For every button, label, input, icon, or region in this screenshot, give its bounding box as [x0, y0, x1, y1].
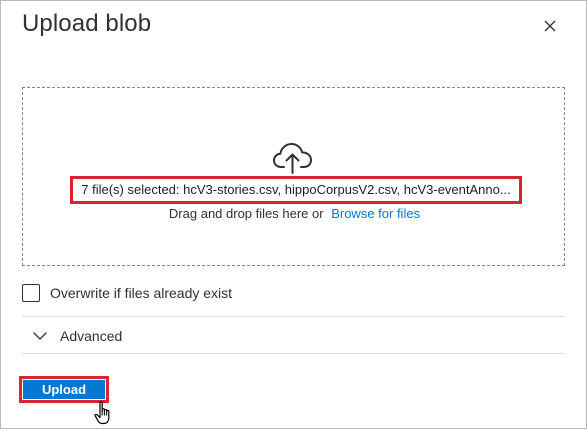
- overwrite-checkbox[interactable]: [22, 284, 40, 302]
- overwrite-option[interactable]: Overwrite if files already exist: [22, 282, 232, 304]
- upload-blob-panel: Upload blob 7 file(s) selected: hcV3-sto…: [0, 0, 587, 429]
- advanced-section-toggle[interactable]: Advanced: [32, 325, 122, 347]
- selected-files-summary: 7 file(s) selected: hcV3-stories.csv, hi…: [70, 176, 522, 204]
- drag-drop-hint: Drag and drop files here or Browse for f…: [1, 206, 587, 221]
- upload-button[interactable]: Upload: [23, 380, 105, 399]
- cloud-upload-icon: [271, 140, 315, 174]
- upload-button-highlight: Upload: [19, 376, 109, 403]
- divider: [22, 316, 565, 317]
- drag-drop-text: Drag and drop files here or: [168, 206, 324, 221]
- panel-title: Upload blob: [22, 10, 152, 37]
- advanced-label: Advanced: [60, 328, 123, 344]
- close-icon[interactable]: [539, 15, 561, 37]
- chevron-down-icon: [33, 332, 47, 340]
- hand-pointer-icon: [94, 400, 116, 426]
- overwrite-label: Overwrite if files already exist: [50, 285, 233, 301]
- browse-files-link[interactable]: Browse for files: [331, 206, 420, 221]
- divider: [22, 353, 565, 354]
